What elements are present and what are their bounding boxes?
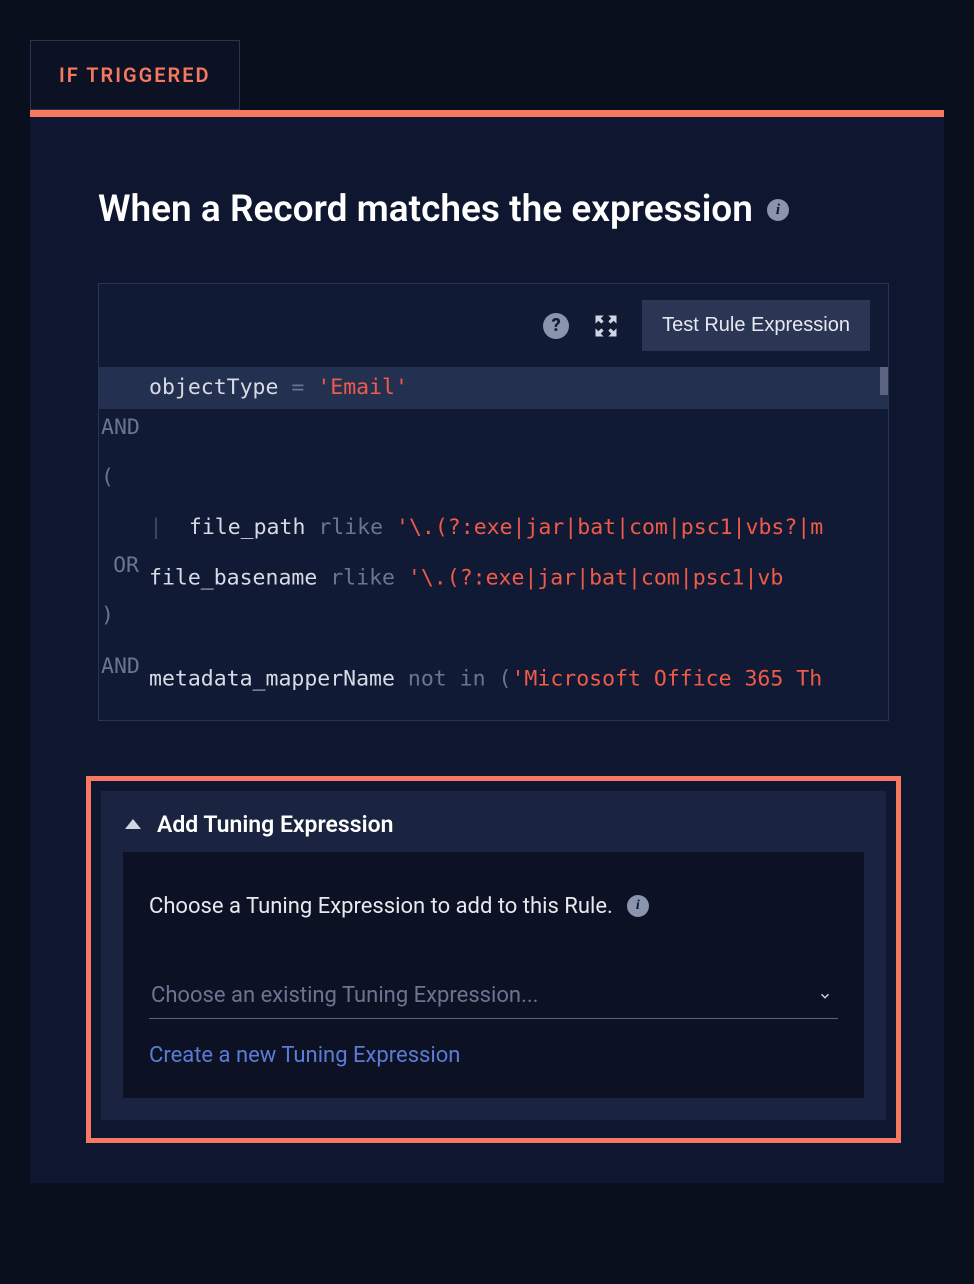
code-area[interactable]: objectType = 'Email'AND(| file_path rlik… bbox=[99, 367, 888, 720]
code-token: AND bbox=[99, 409, 149, 447]
info-icon[interactable]: i bbox=[767, 199, 789, 221]
info-icon[interactable]: i bbox=[627, 895, 649, 917]
select-placeholder: Choose an existing Tuning Expression... bbox=[151, 983, 538, 1008]
expand-icon[interactable] bbox=[592, 312, 620, 340]
code-token: AND bbox=[99, 648, 149, 686]
code-token: 'Microsoft Office 365 Th bbox=[511, 666, 822, 691]
help-icon[interactable]: ? bbox=[542, 312, 570, 340]
code-token: file_path bbox=[189, 515, 306, 540]
page-title-text: When a Record matches the expression bbox=[98, 187, 753, 233]
add-tuning-highlight: Add Tuning Expression Choose a Tuning Ex… bbox=[86, 776, 901, 1143]
code-token: objectType bbox=[149, 375, 278, 400]
test-rule-expression-button[interactable]: Test Rule Expression bbox=[642, 300, 870, 351]
choose-text: Choose a Tuning Expression to add to thi… bbox=[149, 894, 613, 919]
code-token: not in bbox=[408, 666, 486, 691]
add-tuning-title: Add Tuning Expression bbox=[157, 811, 393, 838]
code-token: rlike bbox=[318, 515, 383, 540]
add-tuning-body: Choose a Tuning Expression to add to thi… bbox=[123, 852, 864, 1098]
test-button-label: Test Rule Expression bbox=[662, 314, 850, 336]
code-token: file_basename bbox=[149, 566, 317, 591]
expression-editor: ? Test Rule Expression objectType = 'Ema… bbox=[98, 283, 889, 721]
page-title: When a Record matches the expression i bbox=[98, 187, 889, 233]
tuning-expression-select[interactable]: Choose an existing Tuning Expression... bbox=[149, 977, 838, 1019]
tab-if-triggered[interactable]: IF TRIGGERED bbox=[30, 40, 240, 110]
code-token: ) bbox=[101, 603, 114, 628]
code-token: = bbox=[291, 375, 304, 400]
rule-panel: When a Record matches the expression i ?… bbox=[30, 110, 944, 1183]
code-token: '\.(?:exe|jar|bat|com|psc1|vb bbox=[408, 566, 783, 591]
create-tuning-expression-link[interactable]: Create a new Tuning Expression bbox=[149, 1043, 460, 1068]
code-token: metadata_mapperName bbox=[149, 666, 395, 691]
add-tuning-panel: Add Tuning Expression Choose a Tuning Ex… bbox=[101, 791, 886, 1120]
tab-label: IF TRIGGERED bbox=[59, 63, 211, 87]
add-tuning-header[interactable]: Add Tuning Expression bbox=[101, 791, 886, 852]
code-token: '\.(?:exe|jar|bat|com|psc1|vbs?|m bbox=[396, 515, 823, 540]
code-token: OR bbox=[99, 547, 149, 585]
create-link-label: Create a new Tuning Expression bbox=[149, 1043, 460, 1068]
code-token: ( bbox=[499, 666, 512, 691]
chevron-down-icon bbox=[818, 988, 832, 1002]
caret-up-icon bbox=[125, 819, 141, 829]
scrollbar-thumb[interactable] bbox=[880, 367, 888, 395]
expression-toolbar: ? Test Rule Expression bbox=[99, 284, 888, 367]
code-token: 'Email' bbox=[317, 375, 408, 400]
code-token: ( bbox=[101, 465, 114, 490]
code-token: rlike bbox=[330, 566, 395, 591]
